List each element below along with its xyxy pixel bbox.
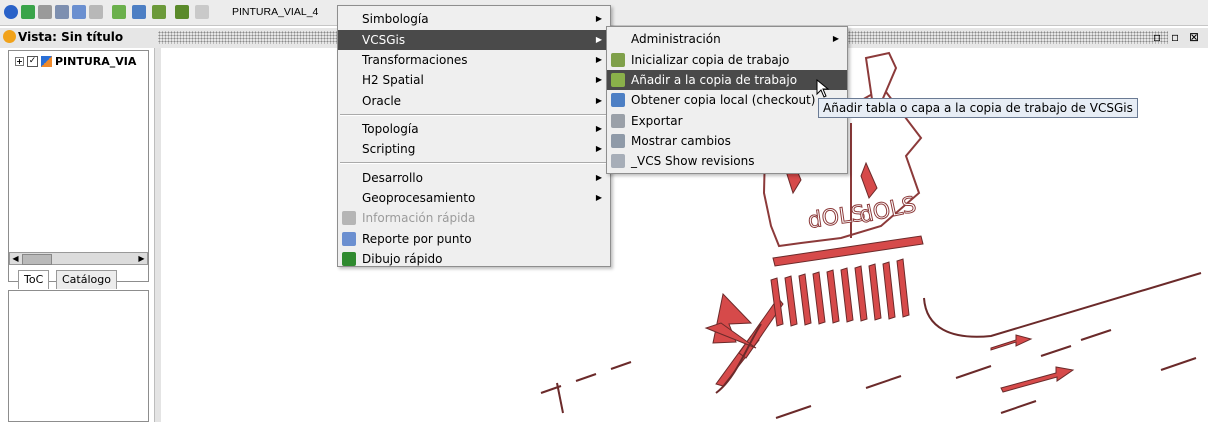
tooltip: Añadir tabla o capa a la copia de trabaj…: [818, 98, 1138, 118]
window-buttons[interactable]: ▫ ▫ ⊠: [1153, 30, 1202, 44]
revisions-icon: [611, 154, 625, 168]
layer-combo[interactable]: PINTURA_VIAL_4: [232, 4, 318, 21]
menu-item-dibujo-rapido[interactable]: Dibujo rápido: [338, 249, 610, 269]
menu-item-topologia[interactable]: Topología ▶: [338, 119, 610, 139]
submenu-arrow-icon: ▶: [832, 34, 839, 43]
view-title: Vista: Sin título: [18, 30, 124, 44]
menu-item-informacion-rapida: Información rápida: [338, 208, 610, 228]
submenu-arrow-icon: ▶: [595, 124, 602, 133]
menu-item-label: VCSGis: [362, 33, 406, 47]
edit-table-icon[interactable]: [175, 5, 189, 19]
add-layer-icon[interactable]: [112, 5, 126, 19]
layers-icon[interactable]: [38, 5, 52, 19]
menu-item-administracion[interactable]: Administración ▶: [607, 29, 847, 49]
menu-item-exportar[interactable]: Exportar: [607, 111, 847, 131]
crosswalk: [770, 258, 910, 327]
init-copy-icon: [611, 53, 625, 67]
add-to-copy-icon: [611, 73, 625, 87]
menu-item-mostrar-cambios[interactable]: Mostrar cambios: [607, 131, 847, 151]
scroll-right-icon[interactable]: ▶: [136, 253, 147, 264]
catalog-panel: [8, 290, 149, 422]
view-icon[interactable]: [89, 5, 103, 19]
menu-separator: [340, 114, 608, 116]
layer-icon: [41, 56, 52, 67]
menu-item-label: H2 Spatial: [362, 73, 424, 87]
submenu-arrow-icon: ▶: [595, 35, 602, 44]
context-menu: Simbología ▶ VCSGis ▶ Transformaciones ▶…: [337, 5, 611, 267]
layer-visibility-checkbox[interactable]: ✓: [27, 56, 38, 67]
menu-item-label: Oracle: [362, 94, 402, 108]
menu-item-inicializar-copia[interactable]: Inicializar copia de trabajo: [607, 50, 847, 70]
scroll-left-icon[interactable]: ◀: [10, 253, 21, 264]
toc-hscrollbar[interactable]: ◀ ▶: [9, 252, 148, 265]
submenu-arrow-icon: ▶: [595, 96, 602, 105]
menu-item-label: Desarrollo: [362, 171, 423, 185]
view-icon: [3, 30, 16, 43]
menu-item-label: Añadir a la copia de trabajo: [631, 73, 798, 87]
toc-layer-row[interactable]: + ✓ PINTURA_VIA: [15, 55, 136, 68]
menu-item-reporte-por-punto[interactable]: Reporte por punto: [338, 229, 610, 249]
menu-item-h2-spatial[interactable]: H2 Spatial ▶: [338, 70, 610, 90]
menu-item-show-revisions[interactable]: _VCS Show revisions: [607, 151, 847, 171]
menu-item-vcsgis[interactable]: VCSGis ▶: [338, 30, 610, 50]
menu-item-geoprocesamiento[interactable]: Geoprocesamiento ▶: [338, 188, 610, 208]
menu-item-scripting[interactable]: Scripting ▶: [338, 139, 610, 159]
menu-separator: [340, 162, 608, 164]
tab-toc[interactable]: ToC: [18, 270, 50, 289]
menu-item-label: Obtener copia local (checkout): [631, 93, 816, 107]
tab-catalogo[interactable]: Catálogo: [56, 270, 117, 289]
menu-item-label: Dibujo rápido: [362, 252, 443, 266]
map-icon[interactable]: [21, 5, 35, 19]
info-icon: [342, 211, 356, 225]
edit-icon[interactable]: [72, 5, 86, 19]
pencil-icon: [342, 252, 356, 266]
menu-item-oracle[interactable]: Oracle ▶: [338, 91, 610, 111]
road-triangle-marking: [704, 322, 757, 349]
export-icon: [611, 114, 625, 128]
submenu-arrow-icon: ▶: [595, 144, 602, 153]
mouse-cursor-icon: [816, 79, 830, 98]
curb-line: [923, 272, 1202, 338]
submenu-arrow-icon: ▶: [595, 75, 602, 84]
submenu-arrow-icon: ▶: [595, 55, 602, 64]
toc-panel: + ✓ PINTURA_VIA: [8, 50, 149, 282]
menu-item-label: Reporte por punto: [362, 232, 472, 246]
print-icon[interactable]: [55, 5, 69, 19]
menu-item-label: _VCS Show revisions: [631, 154, 755, 168]
lane-arrow: [990, 334, 1033, 351]
menu-item-desarrollo[interactable]: Desarrollo ▶: [338, 168, 610, 188]
menu-item-transformaciones[interactable]: Transformaciones ▶: [338, 50, 610, 70]
scroll-thumb[interactable]: [22, 254, 52, 265]
submenu-arrow-icon: ▶: [595, 14, 602, 23]
changes-icon: [611, 134, 625, 148]
menu-item-label: Topología: [362, 122, 419, 136]
menu-item-label: Geoprocesamiento: [362, 191, 476, 205]
menu-item-obtener-copia[interactable]: Obtener copia local (checkout): [607, 90, 847, 110]
lane-arrow: [1000, 366, 1075, 393]
expand-icon[interactable]: +: [15, 57, 24, 66]
curb-line: [556, 382, 564, 414]
menu-item-anadir-copia[interactable]: Añadir a la copia de trabajo: [607, 70, 847, 90]
menu-item-label: Administración: [631, 32, 721, 46]
vcs-icon[interactable]: [132, 5, 146, 19]
menu-item-label: Inicializar copia de trabajo: [631, 53, 790, 67]
globe-icon[interactable]: [4, 5, 18, 19]
report-icon: [342, 232, 356, 246]
vcsgis-submenu: Administración ▶ Inicializar copia de tr…: [606, 26, 848, 174]
menu-item-label: Mostrar cambios: [631, 134, 731, 148]
submenu-arrow-icon: ▶: [595, 193, 602, 202]
menu-item-label: Exportar: [631, 114, 683, 128]
table-icon[interactable]: [195, 5, 209, 19]
submenu-arrow-icon: ▶: [595, 173, 602, 182]
layer-name: PINTURA_VIA: [55, 55, 137, 68]
menu-item-simbologia[interactable]: Simbología ▶: [338, 9, 610, 29]
menu-item-label: Transformaciones: [362, 53, 468, 67]
menu-item-label: Simbología: [362, 12, 429, 26]
menu-item-label: Scripting: [362, 142, 416, 156]
lane-dashes: [540, 329, 1197, 419]
checkout-icon: [611, 93, 625, 107]
grid-icon[interactable]: [152, 5, 166, 19]
menu-item-label: Información rápida: [362, 211, 476, 225]
